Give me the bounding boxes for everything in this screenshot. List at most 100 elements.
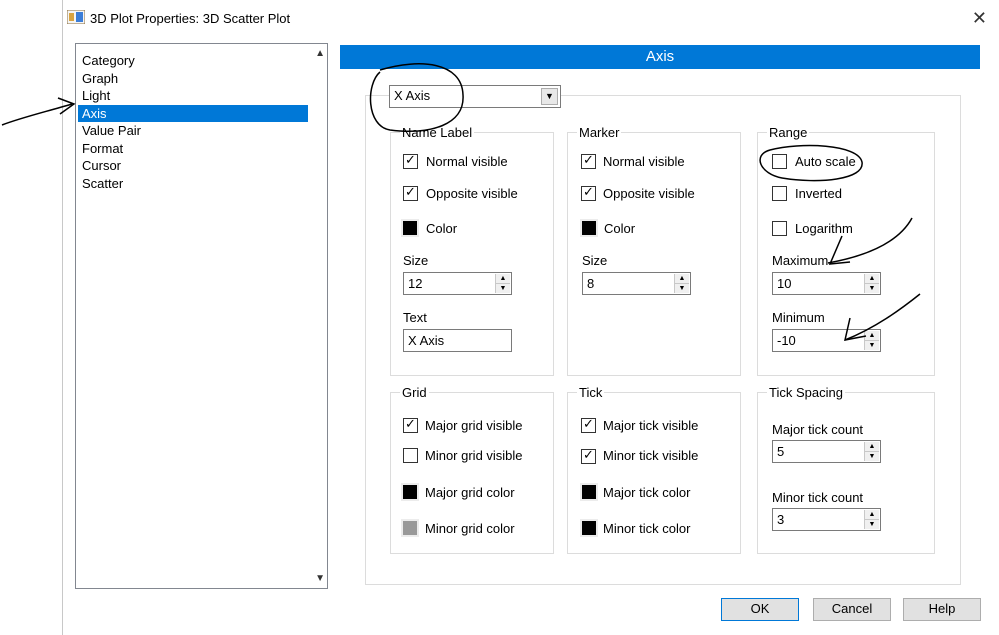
- marker-opposite-visible-checkbox[interactable]: ✓: [581, 184, 596, 201]
- auto-scale-checkbox[interactable]: [772, 154, 787, 169]
- size-value: 12: [408, 276, 423, 291]
- ok-button[interactable]: OK: [721, 598, 799, 621]
- properties-dialog: 3D Plot Properties: 3D Scatter Plot ✕ Ca…: [63, 6, 999, 635]
- major-tick-count-stepper[interactable]: 5 ▲ ▼: [772, 440, 881, 463]
- major-tick-color-swatch[interactable]: [580, 483, 598, 501]
- axis-select[interactable]: X Axis ▼: [389, 85, 561, 108]
- check-icon: ✓: [405, 416, 416, 431]
- title-bar: 3D Plot Properties: 3D Scatter Plot ✕: [63, 6, 999, 32]
- tick-spacing-group: Tick Spacing Major tick count 5 ▲ ▼ Minor…: [757, 385, 935, 554]
- spin-up-icon[interactable]: ▲: [496, 274, 510, 284]
- marker-group: Marker ✓ Normal visible ✓ Opposite visib…: [567, 125, 741, 376]
- group-title: Name Label: [400, 125, 475, 140]
- app-icon: [67, 10, 85, 24]
- minor-tick-count-value: 3: [777, 512, 785, 527]
- spin-up-icon[interactable]: ▲: [865, 274, 879, 284]
- group-title: Marker: [577, 125, 622, 140]
- inverted-checkbox[interactable]: [772, 186, 787, 201]
- stepper-buttons[interactable]: ▲ ▼: [864, 274, 879, 293]
- range-group: Range Auto scale Inverted Logarithm Maxi…: [757, 125, 935, 376]
- scroll-down-icon[interactable]: ▼: [315, 573, 325, 584]
- major-tick-visible-checkbox[interactable]: ✓: [581, 416, 596, 433]
- group-title: Range: [767, 125, 810, 140]
- color-fill: [582, 521, 596, 535]
- spin-up-icon[interactable]: ▲: [675, 274, 689, 284]
- spin-down-icon[interactable]: ▼: [865, 284, 879, 293]
- spin-down-icon[interactable]: ▼: [675, 284, 689, 293]
- stepper-buttons[interactable]: ▲ ▼: [864, 331, 879, 350]
- spin-up-icon[interactable]: ▲: [865, 331, 879, 341]
- checkbox-label: Opposite visible: [426, 186, 518, 201]
- category-item-format[interactable]: Format: [82, 140, 123, 157]
- stepper-buttons[interactable]: ▲ ▼: [674, 274, 689, 293]
- checkbox-label: Normal visible: [426, 154, 508, 169]
- spin-down-icon[interactable]: ▼: [865, 520, 879, 529]
- checkbox-label: Minor tick visible: [603, 448, 699, 463]
- check-icon: ✓: [405, 184, 416, 199]
- minor-tick-count-stepper[interactable]: 3 ▲ ▼: [772, 508, 881, 531]
- group-title: Grid: [400, 385, 429, 400]
- color-fill: [403, 221, 417, 235]
- spin-up-icon[interactable]: ▲: [865, 442, 879, 452]
- category-item-scatter[interactable]: Scatter: [82, 175, 123, 192]
- stepper-buttons[interactable]: ▲ ▼: [864, 442, 879, 461]
- minimum-value: -10: [777, 333, 796, 348]
- group-title: Tick: [577, 385, 605, 400]
- major-grid-visible-checkbox[interactable]: ✓: [403, 416, 418, 433]
- stepper-buttons[interactable]: ▲ ▼: [495, 274, 510, 293]
- minor-grid-visible-checkbox[interactable]: [403, 448, 418, 463]
- name-opposite-visible-checkbox[interactable]: ✓: [403, 184, 418, 201]
- check-icon: ✓: [583, 184, 594, 199]
- background-window-edge: [0, 0, 62, 635]
- color-label: Color: [604, 221, 636, 236]
- name-color-swatch[interactable]: [401, 219, 419, 237]
- chevron-down-icon[interactable]: ▼: [541, 88, 558, 105]
- text-value: X Axis: [408, 333, 445, 348]
- category-item-light[interactable]: Light: [82, 87, 110, 104]
- name-label-group: Name Label ✓ Normal visible ✓ Opposite v…: [390, 125, 554, 376]
- name-size-stepper[interactable]: 12 ▲ ▼: [403, 272, 512, 295]
- scroll-up-icon[interactable]: ▲: [315, 48, 325, 59]
- check-icon: ✓: [583, 152, 594, 167]
- logarithm-checkbox[interactable]: [772, 221, 787, 236]
- size-label: Size: [403, 253, 429, 268]
- category-list[interactable]: Category Graph Light Axis Value Pair For…: [75, 43, 328, 589]
- color-label: Major grid color: [425, 485, 515, 500]
- category-item-cursor[interactable]: Cursor: [82, 157, 121, 174]
- size-value: 8: [587, 276, 595, 291]
- name-normal-visible-checkbox[interactable]: ✓: [403, 152, 418, 169]
- check-icon: ✓: [405, 152, 416, 167]
- cancel-button[interactable]: Cancel: [813, 598, 891, 621]
- spin-down-icon[interactable]: ▼: [496, 284, 510, 293]
- section-header: Axis: [340, 45, 980, 69]
- name-text-input[interactable]: X Axis: [403, 329, 512, 352]
- marker-color-swatch[interactable]: [580, 219, 598, 237]
- category-scrollbar[interactable]: ▲ ▼: [310, 44, 327, 588]
- color-label: Minor grid color: [425, 521, 515, 536]
- help-button[interactable]: Help: [903, 598, 981, 621]
- minor-tick-visible-checkbox[interactable]: ✓: [581, 447, 596, 464]
- category-item-value-pair[interactable]: Value Pair: [82, 122, 141, 139]
- checkbox-label: Normal visible: [603, 154, 685, 169]
- window-title: 3D Plot Properties: 3D Scatter Plot: [90, 11, 291, 26]
- major-grid-color-swatch[interactable]: [401, 483, 419, 501]
- color-fill: [582, 221, 596, 235]
- spin-down-icon[interactable]: ▼: [865, 341, 879, 350]
- minimum-stepper[interactable]: -10 ▲ ▼: [772, 329, 881, 352]
- category-item-graph[interactable]: Graph: [82, 70, 118, 87]
- maximum-stepper[interactable]: 10 ▲ ▼: [772, 272, 881, 295]
- marker-normal-visible-checkbox[interactable]: ✓: [581, 152, 596, 169]
- stepper-buttons[interactable]: ▲ ▼: [864, 510, 879, 529]
- grid-group: Grid ✓ Major grid visible Minor grid vis…: [390, 385, 554, 554]
- tick-group: Tick ✓ Major tick visible ✓ Minor tick v…: [567, 385, 741, 554]
- minor-tick-color-swatch[interactable]: [580, 519, 598, 537]
- color-fill: [582, 485, 596, 499]
- minor-grid-color-swatch[interactable]: [401, 519, 419, 537]
- spin-up-icon[interactable]: ▲: [865, 510, 879, 520]
- category-item-axis[interactable]: Axis: [78, 105, 308, 122]
- spin-down-icon[interactable]: ▼: [865, 452, 879, 461]
- close-icon[interactable]: ✕: [972, 8, 987, 29]
- checkbox-label: Opposite visible: [603, 186, 695, 201]
- marker-size-stepper[interactable]: 8 ▲ ▼: [582, 272, 691, 295]
- check-icon: ✓: [583, 416, 594, 431]
